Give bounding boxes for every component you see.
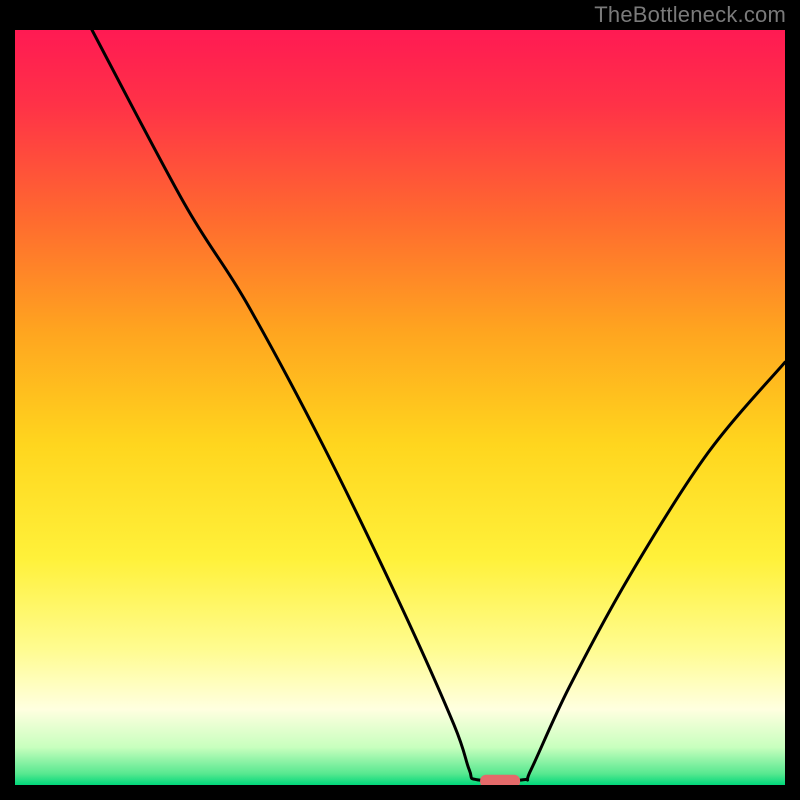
chart-frame: TheBottleneck.com [0, 0, 800, 800]
chart-svg [15, 30, 785, 785]
watermark-text: TheBottleneck.com [594, 2, 786, 28]
plot-area [15, 30, 785, 785]
gradient-background [15, 30, 785, 785]
optimum-marker [480, 775, 520, 785]
